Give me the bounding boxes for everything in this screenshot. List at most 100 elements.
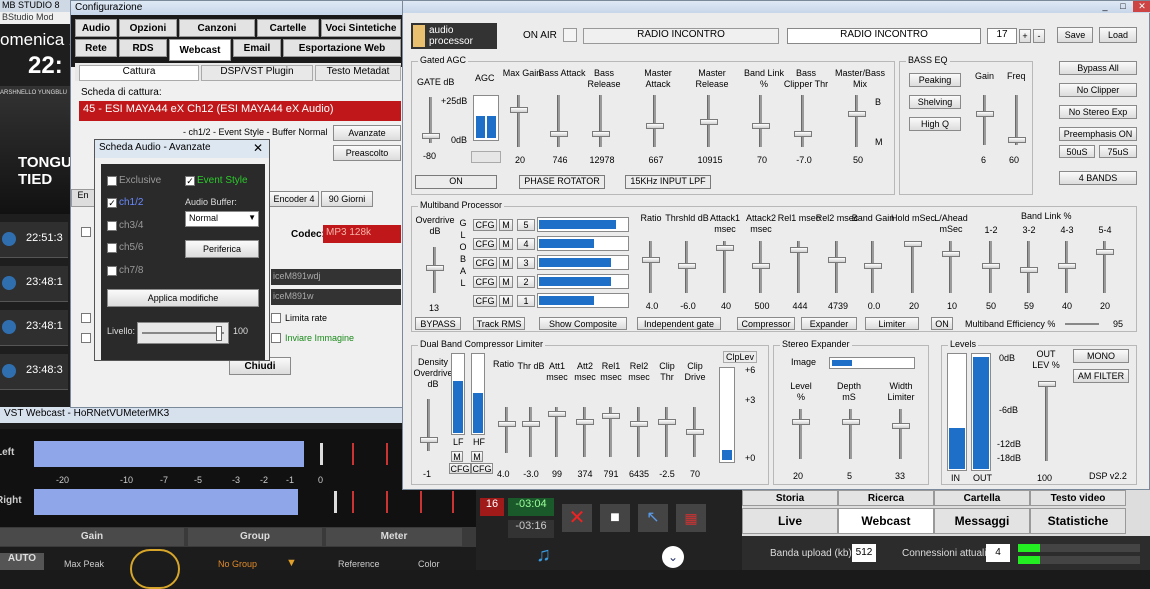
tab-statistiche[interactable]: Statistiche [1030,508,1126,534]
tab-opzioni[interactable]: Opzioni [119,19,177,37]
music-note-icon[interactable]: ♫ [536,544,551,567]
stereo-depth-thumb[interactable] [842,419,860,425]
ch78-checkbox[interactable] [107,266,117,276]
multiband-slider-thumb[interactable] [678,263,696,269]
density-thumb[interactable] [420,437,438,443]
tab-canzoni[interactable]: Canzoni [179,19,255,37]
save-button[interactable]: Save [1057,27,1093,43]
shelving-button[interactable]: Shelving [909,95,961,109]
subtab-testo-metadati[interactable]: Testo Metadat [315,65,401,81]
agc-slider-thumb[interactable] [550,131,568,137]
multiband-slider-thumb[interactable] [790,247,808,253]
lpf-toggle[interactable]: 15KHz INPUT LPF [625,175,711,189]
preemph-50us-button[interactable]: 50uS [1059,145,1095,158]
tab-live[interactable]: Live [742,508,838,534]
dropdown-icon[interactable]: ▼ [286,557,297,569]
bass-freq-thumb[interactable] [1008,137,1026,143]
show-composite-button[interactable]: Show Composite [539,317,627,330]
maximize-icon[interactable]: □ [1115,1,1131,12]
playlist-row[interactable]: 23:48:1 [0,266,68,302]
multiband-slider-thumb[interactable] [904,241,922,247]
dual-ratio-thumb[interactable] [498,421,516,427]
gate-slider-thumb[interactable] [422,133,440,139]
limiter-button[interactable]: Limiter [865,317,919,330]
phase-rotator-toggle[interactable]: PHASE ROTATOR [519,175,605,189]
minimize-icon[interactable]: _ [1097,1,1113,12]
band-link-thumb[interactable] [1096,249,1114,255]
stream-field-1[interactable]: iceM891wdj [271,269,401,285]
multiband-slider-thumb[interactable] [942,251,960,257]
agc-slider-thumb[interactable] [700,119,718,125]
multiband-slider-thumb[interactable] [642,257,660,263]
tab-storia[interactable]: Storia [742,490,838,506]
tab-rete[interactable]: Rete [75,39,117,57]
tab-en[interactable]: En [71,189,95,207]
stop-x-icon[interactable]: ✕ [562,504,592,532]
stereo-level-thumb[interactable] [792,419,810,425]
out-lev-thumb[interactable] [1038,381,1056,387]
encoder-tab[interactable]: Encoder 4 [269,191,319,207]
preemph-75us-button[interactable]: 75uS [1099,145,1137,158]
mono-button[interactable]: MONO [1073,349,1129,363]
bypass-all-button[interactable]: Bypass All [1059,61,1137,75]
multiband-slider-thumb[interactable] [752,263,770,269]
agc-slider-thumb[interactable] [592,131,610,137]
agc-slider-thumb[interactable] [752,123,770,129]
band-mute-button[interactable]: M [499,276,513,288]
tab-audio[interactable]: Audio [75,19,117,37]
bass-gain-thumb[interactable] [976,111,994,117]
avanzate-button[interactable]: Avanzate [333,125,401,141]
dual-slider-thumb[interactable] [576,419,594,425]
dual-slider-thumb[interactable] [548,411,566,417]
subtab-dsp-vst[interactable]: DSP/VST Plugin [201,65,313,81]
band-cfg-button[interactable]: CFG [473,238,497,250]
menu-item[interactable]: BStudio [2,12,34,22]
band-mute-button[interactable]: M [499,238,513,250]
high-q-button[interactable]: High Q [909,117,961,131]
station-name-input[interactable]: RADIO INCONTRO [787,28,981,44]
stop-square-icon[interactable]: ■ [600,504,630,532]
scheda-select[interactable]: 45 - ESI MAYA44 eX Ch12 (ESI MAYA44 eX A… [79,101,401,121]
band-link-thumb[interactable] [1058,263,1076,269]
event-style-checkbox[interactable]: ✓ [185,176,195,186]
compressor-button[interactable]: Compressor [737,317,795,330]
playlist-row[interactable]: 23:48:1 [0,310,68,346]
stream-field-2[interactable]: iceM891w [271,289,401,305]
band-link-thumb[interactable] [1020,267,1038,273]
tab-voci-sintetiche[interactable]: Voci Sintetiche [321,19,401,37]
playlist-row[interactable]: 23:48:3 [0,354,68,390]
hf-cfg-button[interactable]: CFG [471,463,493,474]
hf-mute-button[interactable]: M [471,451,483,462]
multiband-bypass-button[interactable]: BYPASS [415,317,461,330]
agc-on-toggle[interactable]: ON [415,175,497,189]
subtab-cattura[interactable]: Cattura [79,65,199,81]
tab-webcast[interactable]: Webcast [838,508,934,534]
preemphasis-button[interactable]: Preemphasis ON [1059,127,1137,141]
tab-webcast[interactable]: Webcast [169,39,231,61]
tab-esportazione-web[interactable]: Esportazione Web [283,39,401,57]
load-button[interactable]: Load [1099,27,1137,43]
tab-rds[interactable]: RDS [119,39,167,57]
cursor-icon[interactable]: ↖ [638,504,668,532]
ch34-checkbox[interactable] [107,221,117,231]
playlist-row[interactable]: 22:51:3 [0,222,68,258]
chevron-down-icon[interactable]: ⌄ [662,546,684,568]
gain-knob[interactable] [130,549,180,589]
multiband-slider-thumb[interactable] [828,257,846,263]
multiband-slider-thumb[interactable] [716,245,734,251]
track-rms-button[interactable]: Track RMS [473,317,525,330]
close-icon[interactable]: ✕ [1133,1,1150,12]
tab-cartelle[interactable]: Cartelle [257,19,319,37]
giorni-tab[interactable]: 90 Giorni [321,191,373,207]
slider-thumb[interactable] [216,326,222,341]
am-filter-button[interactable]: AM FILTER [1073,369,1129,383]
tab-ricerca[interactable]: Ricerca [838,490,934,506]
periferica-button[interactable]: Periferica [185,240,259,258]
row-checkbox[interactable] [81,227,91,237]
preset-plus-button[interactable]: + [1019,29,1031,43]
dual-slider-thumb[interactable] [686,429,704,435]
dual-slider-thumb[interactable] [630,421,648,427]
tab-email[interactable]: Email [233,39,281,57]
lf-cfg-button[interactable]: CFG [449,463,471,474]
codec-select[interactable]: MP3 128k [323,225,401,243]
